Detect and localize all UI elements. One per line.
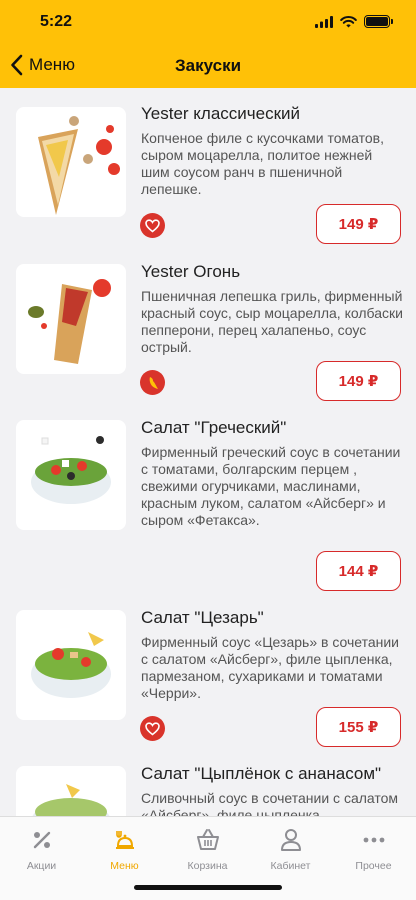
- back-label: Меню: [29, 55, 75, 74]
- product-description: Фирменный соус «Цезарь» в сочетании с са…: [141, 634, 399, 701]
- tab-more[interactable]: Прочее: [332, 825, 415, 877]
- chili-pepper-icon: [149, 376, 158, 389]
- favorite-badge: [140, 716, 165, 741]
- basket-icon: [197, 829, 219, 850]
- product-list[interactable]: Yester классический Копченое филе с кусо…: [0, 88, 416, 816]
- status-bar: 5:22: [0, 0, 416, 44]
- product-name: Yester классический: [141, 104, 301, 123]
- product-image[interactable]: [16, 107, 126, 217]
- status-time: 5:22: [40, 13, 73, 30]
- wifi-icon: [340, 15, 357, 27]
- product-name: Салат "Греческий": [141, 418, 287, 437]
- nav-bar: Меню Закуски: [0, 44, 416, 88]
- price-button[interactable]: 144 ₽: [316, 551, 401, 591]
- price-button[interactable]: 149 ₽: [316, 361, 401, 401]
- tab-promotions[interactable]: Акции: [0, 825, 83, 877]
- tab-label: Прочее: [355, 860, 392, 872]
- signal-icon: [315, 15, 333, 28]
- more-icon: [363, 837, 385, 843]
- spicy-badge: [140, 370, 165, 395]
- product-name: Салат "Цыплёнок с ананасом": [141, 764, 382, 783]
- product-description: Сливочный соус в сочетании с салатом «Ай…: [141, 790, 399, 816]
- battery-icon: [364, 15, 393, 28]
- product-description: Пшеничная лепешка гриль, фирменный красн…: [141, 288, 403, 355]
- product-name: Yester Огонь: [141, 262, 241, 281]
- tab-label: Меню: [110, 860, 139, 872]
- product-name: Салат "Цезарь": [141, 608, 264, 627]
- heart-icon: [145, 721, 160, 735]
- product-description: Копченое филе с кусочками томатов, сыром…: [141, 130, 384, 197]
- product-description: Фирменный греческий соус в сочетании с т…: [141, 444, 401, 528]
- heart-icon: [145, 218, 160, 232]
- product-image[interactable]: [16, 610, 126, 720]
- tab-account[interactable]: Кабинет: [249, 825, 332, 877]
- tab-label: Корзина: [187, 860, 228, 872]
- back-button[interactable]: Меню: [10, 54, 75, 76]
- home-indicator: [134, 885, 282, 890]
- tab-label: Акции: [26, 860, 57, 872]
- top-bar: 5:22 Меню Закуски: [0, 0, 416, 88]
- favorite-badge: [140, 213, 165, 238]
- price-button[interactable]: 149 ₽: [316, 204, 401, 244]
- price-button[interactable]: 155 ₽: [316, 707, 401, 747]
- product-image[interactable]: [16, 420, 126, 530]
- tab-cart[interactable]: Корзина: [166, 825, 249, 877]
- product-image[interactable]: [16, 766, 126, 816]
- tab-menu[interactable]: Меню: [83, 825, 166, 877]
- tab-label: Кабинет: [270, 860, 311, 872]
- percent-icon: [33, 831, 51, 849]
- status-icons: [315, 15, 393, 28]
- product-image[interactable]: [16, 264, 126, 374]
- chevron-left-icon: [11, 54, 23, 76]
- menu-food-icon: [116, 831, 134, 849]
- profile-icon: [281, 829, 301, 851]
